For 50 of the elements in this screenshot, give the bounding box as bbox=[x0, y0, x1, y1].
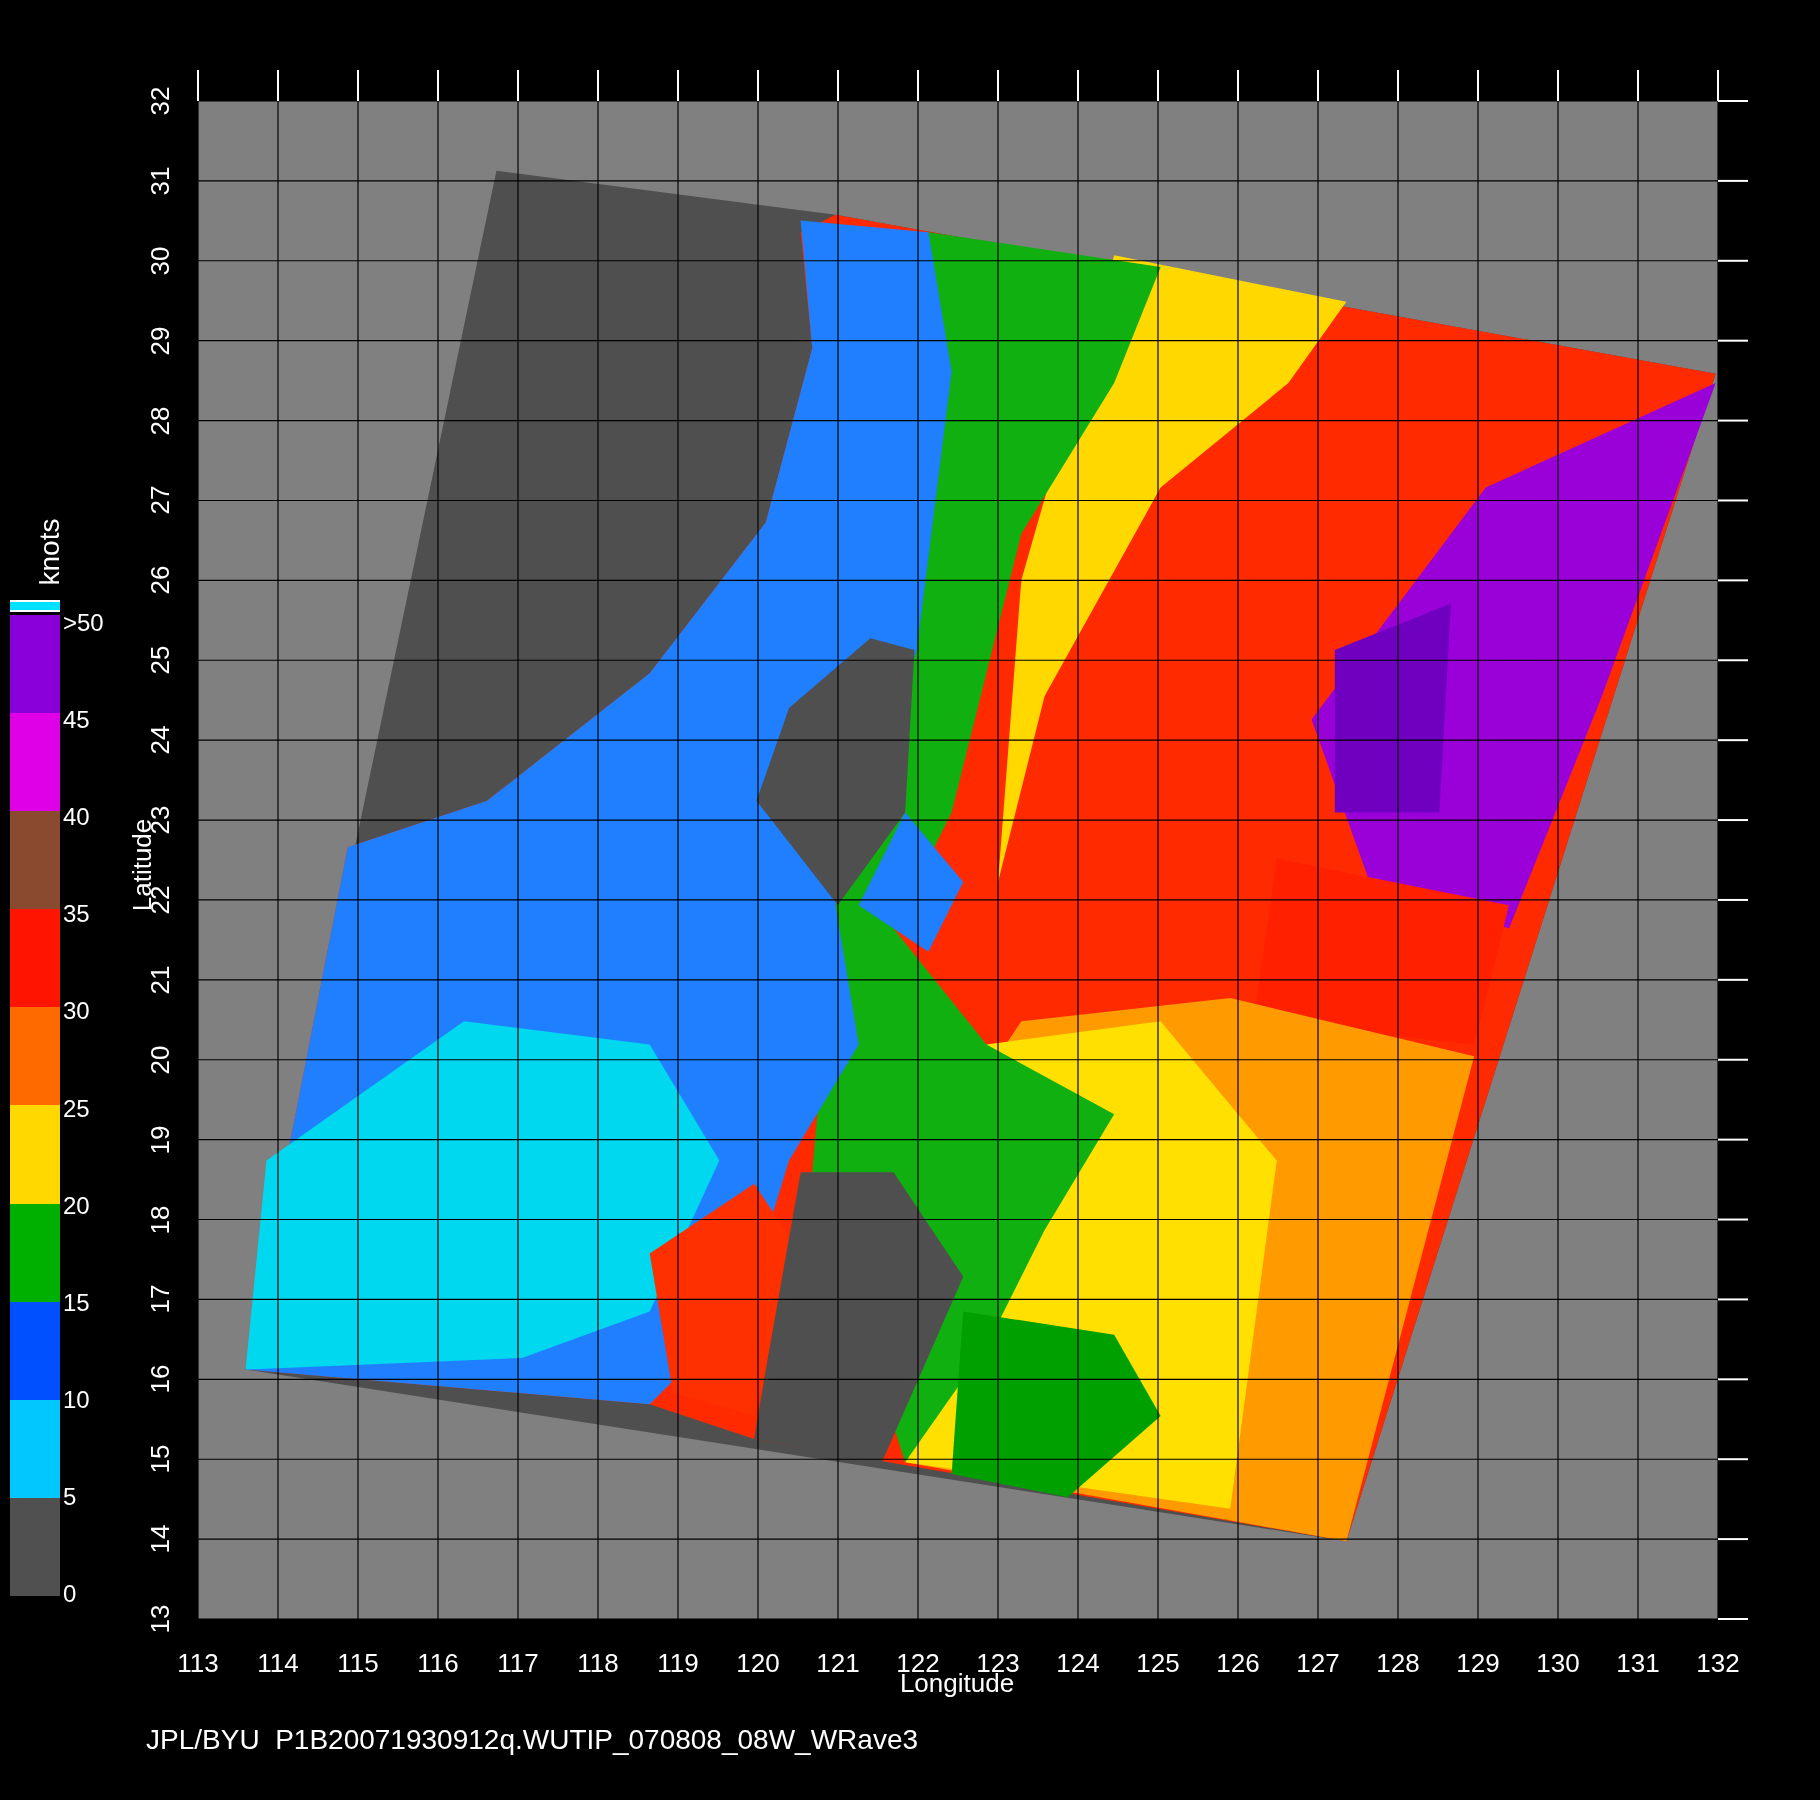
longitude-tick-label: 115 bbox=[337, 1650, 379, 1676]
colorbar-tick-label: >50 bbox=[63, 611, 104, 635]
longitude-tick-label: 132 bbox=[1696, 1650, 1740, 1676]
latitude-tick-label: 25 bbox=[147, 645, 173, 675]
colorbar-tick-label: 25 bbox=[63, 1096, 90, 1121]
latitude-tick-label: 27 bbox=[147, 486, 173, 515]
longitude-tick-label: 131 bbox=[1616, 1650, 1660, 1676]
colorbar-unit-label: knots bbox=[36, 518, 64, 586]
longitude-tick-label: 126 bbox=[1216, 1650, 1260, 1676]
colorbar-tick-label: 30 bbox=[63, 999, 90, 1024]
longitude-tick-label: 128 bbox=[1376, 1650, 1420, 1676]
longitude-tick-label: 119 bbox=[657, 1650, 699, 1676]
latitude-tick-label: 24 bbox=[147, 725, 173, 755]
longitude-tick-label: 121 bbox=[816, 1650, 860, 1676]
longitude-tick-label: 125 bbox=[1136, 1650, 1180, 1676]
longitude-tick-label: 120 bbox=[736, 1650, 780, 1676]
latitude-tick-label: 13 bbox=[147, 1604, 173, 1634]
colorbar-tick-label: 20 bbox=[63, 1193, 90, 1218]
colorbar-tick-label: 5 bbox=[63, 1484, 77, 1509]
colorbar-tick-label: 35 bbox=[63, 902, 90, 927]
longitude-tick-label: 129 bbox=[1456, 1650, 1500, 1676]
longitude-tick-label: 130 bbox=[1536, 1650, 1580, 1676]
colorbar-tick-label: 15 bbox=[63, 1290, 90, 1315]
longitude-tick-label: 124 bbox=[1056, 1650, 1100, 1676]
figure-caption: JPL/BYU P1B20071930912q.WUTIP_070808_08W_WRave3 bbox=[146, 1726, 919, 1754]
longitude-tick-label: 114 bbox=[257, 1650, 299, 1676]
latitude-tick-label: 15 bbox=[147, 1444, 173, 1474]
latitude-tick-label: 29 bbox=[147, 326, 173, 356]
latitude-tick-label: 26 bbox=[147, 565, 173, 595]
colorbar-tick-label: 0 bbox=[63, 1582, 77, 1606]
latitude-tick-label: 18 bbox=[147, 1205, 173, 1234]
longitude-tick-label: 127 bbox=[1296, 1650, 1340, 1676]
latitude-tick-label: 14 bbox=[147, 1524, 173, 1554]
colorbar-tick-label: 10 bbox=[63, 1387, 90, 1412]
latitude-tick-label: 31 bbox=[147, 166, 173, 196]
longitude-tick-label: 113 bbox=[177, 1650, 219, 1676]
latitude-tick-label: 19 bbox=[147, 1125, 173, 1155]
longitude-tick-label: 117 bbox=[497, 1650, 539, 1676]
latitude-tick-label: 28 bbox=[147, 406, 173, 436]
colorbar-tick-label: 45 bbox=[63, 708, 90, 733]
latitude-tick-label: 17 bbox=[147, 1284, 173, 1314]
colorbar-tick-label: 40 bbox=[63, 805, 90, 830]
latitude-tick-label: 30 bbox=[147, 246, 173, 276]
latitude-tick-label: 32 bbox=[147, 86, 173, 116]
longitude-tick-label: 118 bbox=[577, 1650, 619, 1676]
longitude-tick-label: 116 bbox=[417, 1650, 459, 1676]
latitude-tick-label: 21 bbox=[147, 965, 173, 995]
latitude-tick-label: 16 bbox=[147, 1364, 173, 1394]
colorbar-stripes bbox=[10, 600, 60, 612]
latitude-tick-label: 20 bbox=[147, 1045, 173, 1075]
